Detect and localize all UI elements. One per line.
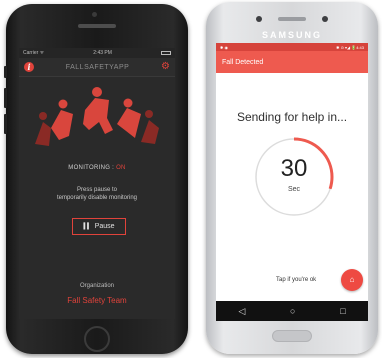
android-status-bar: ✱ ◉ ✱ ⊙ ▾◢ 🔋4:43 (216, 43, 368, 51)
pause-button[interactable]: ▍▍ Pause (72, 218, 126, 235)
app-title: FALLSAFETYAPP (65, 63, 130, 71)
organization-name[interactable]: Fall Safety Team (19, 296, 175, 305)
app-bar: Fall Detected (216, 51, 368, 73)
home-nav-icon[interactable]: ○ (290, 306, 295, 316)
volume-up-button (4, 88, 7, 108)
pause-note-line2: temporarily disable monitoring (56, 195, 138, 201)
proximity-sensor (256, 16, 262, 22)
gear-icon[interactable]: ⚙ (161, 62, 170, 72)
carrier-label: Carrier ᯤ (23, 50, 45, 56)
clock: 2:43 PM (93, 50, 112, 56)
home-icon: ⌂ (349, 275, 355, 284)
battery-icon (160, 51, 171, 55)
pause-note-line1: Press pause to (76, 187, 118, 193)
physical-home-key[interactable] (272, 330, 312, 342)
countdown-value: 30 (280, 155, 308, 182)
countdown-unit: Sec (287, 186, 301, 193)
notification-icons: ✱ ◉ (220, 44, 228, 50)
sending-heading: Sending for help in... (236, 110, 348, 124)
front-camera (92, 12, 97, 17)
pause-button-label: Pause (94, 223, 115, 230)
info-icon[interactable]: i (24, 62, 34, 72)
app-header: i FALLSAFETYAPP ⚙ (19, 58, 175, 77)
pause-instructions: Press pause to temporarily disable monit… (19, 186, 175, 202)
back-icon[interactable]: ◁ (238, 306, 245, 317)
volume-down-button (4, 114, 7, 134)
fall-safety-app-screen: Carrier ᯤ 2:43 PM i FALLSAFETYAPP ⚙ MONI… (19, 48, 175, 319)
home-button[interactable] (84, 326, 110, 352)
status-icons: ✱ ⊙ ▾◢ 🔋4:43 (336, 44, 364, 50)
samsung-device: SAMSUNG ✱ ◉ ✱ ⊙ ▾◢ 🔋4:43 Fall Detected S… (206, 2, 378, 354)
earpiece-speaker (278, 17, 306, 21)
falling-figures-illustration (35, 87, 159, 146)
front-camera (322, 16, 328, 22)
organization-label: Organization (79, 283, 115, 289)
pause-icon: ▍▍ (83, 224, 91, 230)
ios-status-bar: Carrier ᯤ 2:43 PM (19, 48, 175, 58)
monitoring-label: MONITORING : (68, 165, 115, 171)
iphone-device: Carrier ᯤ 2:43 PM i FALLSAFETYAPP ⚙ MONI… (4, 4, 188, 354)
brand-logo: SAMSUNG (261, 30, 322, 40)
fall-detected-screen: ✱ ◉ ✱ ⊙ ▾◢ 🔋4:43 Fall Detected Sending f… (216, 43, 368, 321)
monitoring-status: MONITORING : ON (19, 165, 175, 171)
android-nav-bar: ◁ ○ □ (216, 301, 368, 321)
tap-if-ok-label: Tap if you're ok (276, 277, 317, 283)
earpiece-speaker (78, 24, 116, 28)
im-ok-button[interactable]: ⌂ (341, 269, 363, 291)
recents-icon[interactable]: □ (340, 306, 345, 316)
app-bar-title: Fall Detected (222, 58, 264, 66)
mute-switch (4, 66, 7, 78)
monitoring-state: ON (116, 165, 126, 171)
